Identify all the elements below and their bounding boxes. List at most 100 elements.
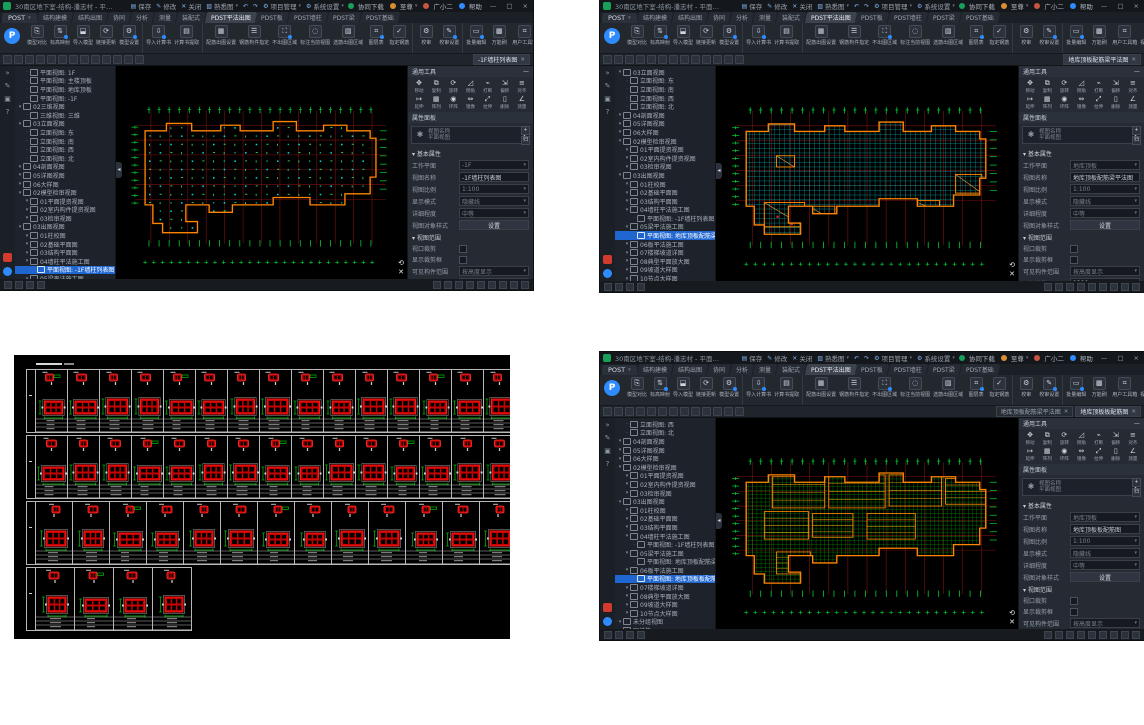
assistant-button[interactable]: 广小二: [423, 1, 453, 11]
close-doc-button[interactable]: ✕关闭: [792, 353, 812, 363]
status-icon[interactable]: [510, 281, 518, 289]
viewrow-tool-icon[interactable]: [614, 407, 623, 416]
status-icon[interactable]: [444, 281, 452, 289]
ribbon-tab-2[interactable]: 协同: [707, 364, 731, 375]
column-detail-cell[interactable]: [443, 501, 480, 565]
tab-close-icon[interactable]: ✕: [1131, 409, 1136, 415]
tree-item[interactable]: ▾03立面视图: [615, 68, 715, 77]
common-tool-button[interactable]: ⤢拉伸: [480, 95, 496, 110]
column-detail-cell[interactable]: [196, 435, 228, 499]
toolbar-button[interactable]: ◌标注当前视图: [899, 24, 931, 52]
tree-item[interactable]: ▾02模型检审视图: [15, 188, 115, 197]
column-detail-cell[interactable]: [369, 501, 406, 565]
common-tool-button[interactable]: ◉环阵: [1056, 447, 1072, 462]
collapse-strip-icon[interactable]: »: [605, 69, 609, 77]
minimize-panel-icon[interactable]: —: [1134, 420, 1140, 427]
ribbon-tab-3[interactable]: 分析: [730, 12, 754, 23]
viewrow-tool-icon[interactable]: [58, 55, 67, 64]
ribbon-tab-10[interactable]: PDST基础: [959, 12, 999, 23]
status-icon[interactable]: [1055, 631, 1063, 639]
viewrow-tool-icon[interactable]: [680, 55, 689, 64]
tree-item[interactable]: ▾07楼梯坡道详图: [615, 583, 715, 592]
drawing-canvas[interactable]: ◂⟲✕: [716, 418, 1019, 629]
tree-item[interactable]: ▾01柱校图: [615, 180, 715, 189]
column-detail-cell[interactable]: [258, 501, 295, 565]
status-icon[interactable]: [604, 283, 612, 291]
toolbar-button[interactable]: ⚙校审: [1015, 376, 1037, 404]
viewrow-tool-icon[interactable]: [636, 55, 645, 64]
tree-item[interactable]: ·立面视图: 西: [15, 145, 115, 154]
toolbar-button[interactable]: ⌗图层表: [965, 376, 987, 404]
ribbon-tab-3[interactable]: 分析: [730, 364, 754, 375]
tree-item[interactable]: ▾05详图视图: [615, 446, 715, 455]
status-icon[interactable]: [37, 281, 45, 289]
toolbar-button[interactable]: ▣视图联动: [1139, 24, 1144, 52]
common-tool-button[interactable]: ∠测量: [514, 95, 530, 110]
view-tab[interactable]: 地库顶板板配筋图✕: [1075, 406, 1141, 417]
tree-item[interactable]: ·平面视图: -1F: [15, 94, 115, 103]
column-detail-cell[interactable]: [100, 369, 132, 433]
close-button[interactable]: ×: [1132, 2, 1141, 10]
tab-close-icon[interactable]: ✕: [520, 57, 525, 63]
common-tool-button[interactable]: ◿倒角: [462, 79, 478, 94]
common-tool-button[interactable]: ▦阵列: [428, 95, 444, 110]
viewrow-tool-icon[interactable]: [636, 407, 645, 416]
assistant-button[interactable]: 广小二: [1034, 1, 1064, 11]
panel-collapse-handle[interactable]: ◂: [716, 513, 722, 529]
drawing-set-button[interactable]: ▧熟悉图▾: [817, 1, 849, 11]
toolbar-button[interactable]: ▧选筋出图区域: [932, 24, 964, 52]
column-detail-cell[interactable]: [452, 369, 484, 433]
toolbar-button[interactable]: ▦配筋出图设置: [805, 24, 837, 52]
column-detail-cell[interactable]: [153, 567, 192, 631]
status-icon[interactable]: [626, 283, 634, 291]
view-tab[interactable]: 地库顶板配筋梁平法图✕: [996, 406, 1074, 417]
tree-item[interactable]: ▾03结构平面图: [15, 248, 115, 257]
tree-item[interactable]: ▾10节点大样图: [615, 274, 715, 281]
drawing-set-button[interactable]: ▧熟悉图▾: [206, 1, 238, 11]
tree-item[interactable]: ▾03检审视图: [615, 163, 715, 172]
tree-item[interactable]: ·平面视图: 地库顶板板配筋图: [615, 575, 715, 584]
tree-item[interactable]: ·立面视图: 南: [15, 137, 115, 146]
tree-item[interactable]: ▾07楼梯坡道详图: [615, 248, 715, 257]
toolbar-button[interactable]: ⟳链接更新: [95, 24, 117, 52]
add-type-button[interactable]: +: [1132, 126, 1141, 135]
help-icon[interactable]: ?: [606, 460, 610, 468]
viewrow-tool-icon[interactable]: [603, 55, 612, 64]
common-tool-button[interactable]: ▯删除: [1108, 447, 1124, 462]
viewrow-tool-icon[interactable]: [3, 55, 12, 64]
common-tool-button[interactable]: ↦延伸: [411, 95, 427, 110]
ribbon-tab-2[interactable]: 协同: [107, 12, 131, 23]
tree-item[interactable]: ▾02基础平面图: [615, 188, 715, 197]
help-button[interactable]: 帮助: [459, 1, 482, 11]
column-detail-cell[interactable]: [100, 435, 132, 499]
ribbon-tab-0[interactable]: 结构建模: [636, 364, 672, 375]
property-select[interactable]: 中等▾: [459, 208, 529, 218]
toolbar-button[interactable]: ◌标注当前视图: [299, 24, 331, 52]
tree-item[interactable]: ▾04墙柱平法施工图: [15, 257, 115, 266]
tree-item[interactable]: ▾02模型检审视图: [615, 463, 715, 472]
modify-button[interactable]: ✎修改: [767, 353, 787, 363]
toolbar-button[interactable]: ◌标注当前视图: [899, 376, 931, 404]
status-icon[interactable]: [637, 631, 645, 639]
tree-item[interactable]: ▾03检审视图: [615, 489, 715, 498]
ribbon-tab-5[interactable]: 装配式: [776, 12, 806, 23]
maximize-button[interactable]: □: [1115, 2, 1125, 10]
edit-type-button[interactable]: 归: [521, 136, 530, 145]
view-reset-icon[interactable]: ⟲: [1009, 262, 1015, 269]
ribbon-tab-3[interactable]: 分析: [130, 12, 154, 23]
modify-button[interactable]: ✎修改: [156, 1, 176, 11]
column-detail-cell[interactable]: [36, 567, 75, 631]
toolbar-button[interactable]: ⎘模型对比: [26, 24, 48, 52]
toolbar-button[interactable]: ▧选筋出图区域: [332, 24, 364, 52]
ribbon-tab-9[interactable]: PDST梁: [327, 12, 361, 23]
common-tool-button[interactable]: ⧉复制: [428, 79, 444, 94]
help-icon[interactable]: ?: [606, 108, 610, 116]
column-detail-cell[interactable]: [356, 435, 388, 499]
tree-item[interactable]: ·平面视图: -1F墙柱列表图: [615, 214, 715, 223]
common-tool-button[interactable]: ↦延伸: [1022, 95, 1038, 110]
viewrow-tool-icon[interactable]: [603, 407, 612, 416]
property-checkbox[interactable]: [1070, 256, 1078, 264]
save-button[interactable]: ▤保存: [131, 1, 152, 11]
settings-button[interactable]: 设置: [1070, 220, 1140, 230]
common-tool-button[interactable]: ∠测量: [1125, 447, 1141, 462]
